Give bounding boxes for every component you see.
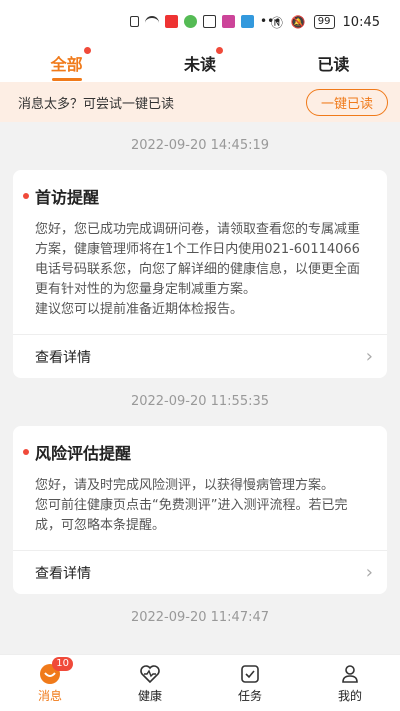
message-body: 您好，您已成功完成调研问卷，请领取查看您的专属减重方案，健康管理师将在1个工作日… [35,222,361,317]
view-details-row[interactable]: 查看详情 › [13,550,387,594]
banner-text: 消息太多？可尝试一键已读 [18,96,175,112]
tab-label: 全部 [50,55,83,74]
tab-label: 未读 [183,55,216,74]
bottom-navigation: 10 消息 健康 任务 我的 [0,654,400,711]
message-card[interactable]: 风险评估提醒 您好，请及时完成风险测评，以获得慢病管理方案。 您可前往健康页点击… [13,426,387,594]
unread-dot [23,449,29,455]
nav-label: 消息 [37,688,62,703]
more-icon: ••• [260,14,282,28]
status-bar: ••• Ⓝ 🔕 99 10:45 [0,0,400,44]
message-card[interactable]: 首访提醒 您好，您已成功完成调研问卷，请领取查看您的专属减重方案，健康管理师将在… [13,170,387,378]
app-notification-icon [165,14,178,28]
sim-icon [130,15,139,27]
nav-label: 我的 [337,688,362,703]
unread-dot [84,47,91,54]
nav-messages[interactable]: 10 消息 [0,655,100,711]
app-icon-2 [241,14,254,28]
mark-all-read-button[interactable]: 一键已读 [305,88,388,116]
translate-icon [203,14,216,28]
chevron-right-icon: › [365,346,373,367]
nav-label: 任务 [237,688,262,703]
app-icon-1 [222,14,235,28]
task-check-icon [239,663,261,685]
unread-dot [216,47,224,54]
message-title: 风险评估提醒 [23,440,365,464]
heart-pulse-icon [139,663,161,685]
mute-icon: 🔕 [290,15,306,29]
unread-dot [23,193,29,199]
status-icons: ••• [130,14,281,28]
nav-tasks[interactable]: 任务 [200,655,300,711]
view-details-row[interactable]: 查看详情 › [13,334,387,378]
battery-indicator: 99 [313,15,335,29]
message-title: 首访提醒 [23,184,365,208]
message-timestamp: 2022-09-20 11:47:47 [130,610,270,625]
message-icon: 10 [39,656,73,685]
profile-icon [339,663,361,685]
view-details-label: 查看详情 [35,565,91,582]
status-time: 10:45 [342,14,380,30]
chevron-right-icon: › [365,562,373,583]
wifi-icon [145,16,159,26]
message-body: 您好，请及时完成风险测评，以获得慢病管理方案。 您可前往健康页点击“免费测评”进… [35,478,348,533]
message-title-text: 首访提醒 [35,188,100,207]
mark-all-read-banner: 消息太多？可尝试一键已读 一键已读 [0,82,400,122]
unread-count-badge: 10 [52,656,73,671]
tab-read[interactable]: 已读 [267,44,400,82]
message-timestamp: 2022-09-20 14:45:19 [130,138,270,153]
view-details-label: 查看详情 [35,349,91,366]
message-title-text: 风险评估提醒 [35,444,132,463]
nav-health[interactable]: 健康 [100,655,200,711]
tab-label: 已读 [317,55,350,74]
tab-all[interactable]: 全部 [0,44,133,82]
nav-label: 健康 [137,688,162,703]
message-list[interactable]: 2022-09-20 14:45:19 首访提醒 您好，您已成功完成调研问卷，请… [0,122,400,654]
nav-profile[interactable]: 我的 [300,655,400,711]
message-timestamp: 2022-09-20 11:55:35 [130,394,270,409]
tab-unread[interactable]: 未读 [133,44,266,82]
message-tabs: 全部 未读 已读 [0,44,400,82]
wechat-icon [184,14,197,28]
